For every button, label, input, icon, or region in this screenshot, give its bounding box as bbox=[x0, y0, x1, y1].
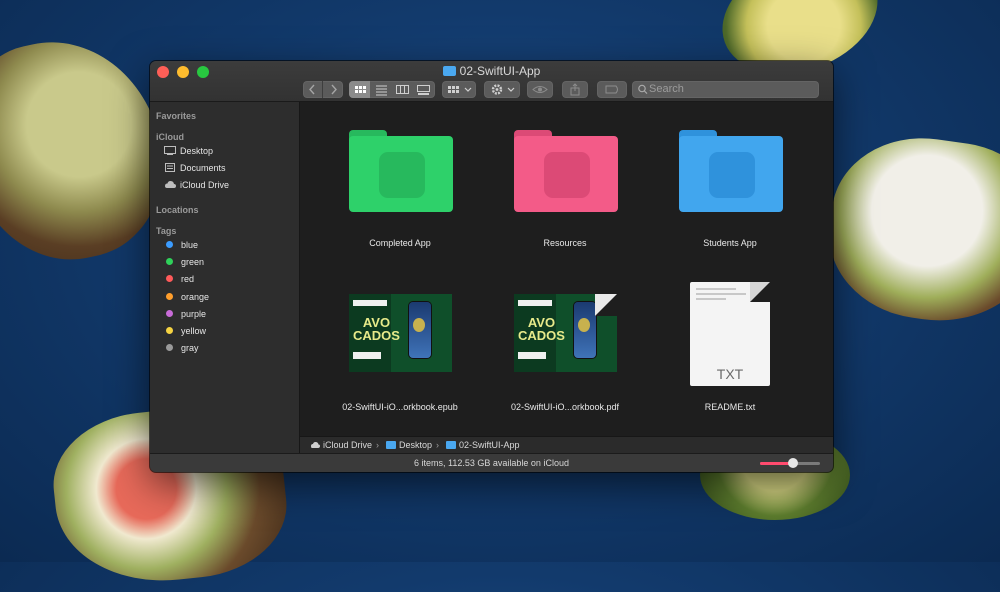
tag-dot bbox=[166, 293, 173, 300]
path-bar: iCloud Drive › Desktop › 02-SwiftUI-App bbox=[300, 436, 833, 454]
book-cover-title: AVO CADOS bbox=[518, 315, 565, 343]
action-menu-button[interactable] bbox=[484, 81, 520, 98]
eye-icon bbox=[532, 86, 548, 93]
icon-size-slider[interactable] bbox=[760, 458, 820, 468]
view-mode-control bbox=[349, 81, 435, 98]
search-field[interactable]: Search bbox=[632, 81, 819, 98]
back-button[interactable] bbox=[303, 81, 323, 98]
sidebar-header-icloud: iCloud bbox=[156, 132, 184, 142]
folder-icon bbox=[442, 66, 456, 76]
file-readme-txt[interactable]: TXT README.txt bbox=[655, 282, 805, 419]
column-view-button[interactable] bbox=[392, 81, 413, 98]
file-workbook-epub[interactable]: AVO CADOS 02-SwiftUI-iO...orkbook.epub bbox=[325, 294, 475, 419]
book-cover-thumbnail: AVO CADOS bbox=[349, 294, 452, 372]
group-by-button[interactable] bbox=[442, 81, 476, 98]
sidebar-tag-gray[interactable]: gray bbox=[164, 341, 199, 355]
sidebar-tag-yellow[interactable]: yellow bbox=[164, 324, 206, 338]
navigation-buttons bbox=[303, 81, 343, 98]
sidebar-header-favorites: Favorites bbox=[156, 111, 197, 121]
tag-dot bbox=[166, 241, 173, 248]
list-view-button[interactable] bbox=[371, 81, 392, 98]
chevron-right-icon bbox=[331, 84, 337, 95]
chevron-left-icon bbox=[309, 84, 315, 95]
grid-icon bbox=[355, 86, 366, 93]
folder-icon bbox=[446, 441, 456, 449]
swift-folder-icon bbox=[349, 130, 453, 212]
tags-button[interactable] bbox=[597, 81, 627, 98]
sidebar-tag-blue[interactable]: blue bbox=[164, 238, 198, 252]
list-icon bbox=[376, 85, 387, 96]
path-segment-desktop[interactable]: Desktop › bbox=[386, 440, 439, 450]
tag-icon bbox=[605, 85, 618, 94]
share-button[interactable] bbox=[562, 81, 588, 98]
document-icon bbox=[164, 162, 176, 172]
columns-icon bbox=[396, 85, 409, 94]
tag-dot bbox=[166, 327, 173, 334]
search-placeholder: Search bbox=[649, 83, 684, 95]
gallery-view-button[interactable] bbox=[413, 81, 434, 98]
folder-completed-app[interactable]: Completed App bbox=[325, 128, 475, 253]
sidebar-item-documents[interactable]: Documents bbox=[164, 161, 226, 175]
file-grid: Completed App Resources Students App AVO… bbox=[300, 102, 833, 436]
gear-icon bbox=[491, 84, 515, 95]
slider-knob[interactable] bbox=[788, 458, 798, 468]
sidebar-tag-purple[interactable]: purple bbox=[164, 307, 206, 321]
tag-dot bbox=[166, 258, 173, 265]
path-segment-swiftui-app[interactable]: 02-SwiftUI-App bbox=[446, 440, 520, 450]
tag-dot bbox=[166, 344, 173, 351]
forward-button[interactable] bbox=[324, 81, 343, 98]
book-cover-thumbnail: AVO CADOS bbox=[514, 294, 617, 372]
sidebar-header-tags: Tags bbox=[156, 226, 177, 236]
quick-look-button[interactable] bbox=[527, 81, 553, 98]
folder-resources[interactable]: Resources bbox=[490, 128, 640, 253]
swift-folder-icon bbox=[679, 130, 783, 212]
sidebar: Favorites iCloud Desktop Documents iClou… bbox=[150, 102, 300, 472]
sidebar-item-icloud-drive[interactable]: iCloud Drive bbox=[164, 178, 229, 192]
sidebar-tag-green[interactable]: green bbox=[164, 255, 204, 269]
avocado-toast-image bbox=[818, 126, 1000, 334]
status-text: 6 items, 112.53 GB available on iCloud bbox=[414, 458, 569, 468]
status-bar: 6 items, 112.53 GB available on iCloud bbox=[150, 453, 833, 472]
group-grid-icon bbox=[448, 86, 472, 93]
desktop-icon bbox=[164, 145, 176, 155]
sidebar-tag-red[interactable]: red bbox=[164, 272, 194, 286]
cloud-icon bbox=[164, 179, 176, 188]
tag-dot bbox=[166, 275, 173, 282]
book-cover-title: AVO CADOS bbox=[353, 315, 400, 343]
folder-icon bbox=[386, 441, 396, 449]
icon-view-button[interactable] bbox=[349, 81, 370, 98]
tag-dot bbox=[166, 310, 173, 317]
folder-students-app[interactable]: Students App bbox=[655, 128, 805, 253]
cloud-icon bbox=[310, 441, 320, 449]
sidebar-tag-orange[interactable]: orange bbox=[164, 290, 209, 304]
finder-window: 02-SwiftUI-App Search Favorites iCloud D… bbox=[150, 61, 833, 472]
file-workbook-pdf[interactable]: AVO CADOS 02-SwiftUI-iO...orkbook.pdf bbox=[490, 294, 640, 419]
path-segment-icloud-drive[interactable]: iCloud Drive › bbox=[310, 440, 379, 450]
share-icon bbox=[570, 83, 580, 96]
text-document-icon: TXT bbox=[690, 282, 770, 386]
sidebar-item-desktop[interactable]: Desktop bbox=[164, 144, 213, 158]
window-title: 02-SwiftUI-App bbox=[150, 64, 833, 80]
gallery-icon bbox=[417, 85, 430, 95]
sidebar-header-locations: Locations bbox=[156, 205, 199, 215]
toolbar: 02-SwiftUI-App Search bbox=[150, 61, 833, 102]
swift-folder-icon bbox=[514, 130, 618, 212]
search-icon bbox=[638, 84, 648, 95]
